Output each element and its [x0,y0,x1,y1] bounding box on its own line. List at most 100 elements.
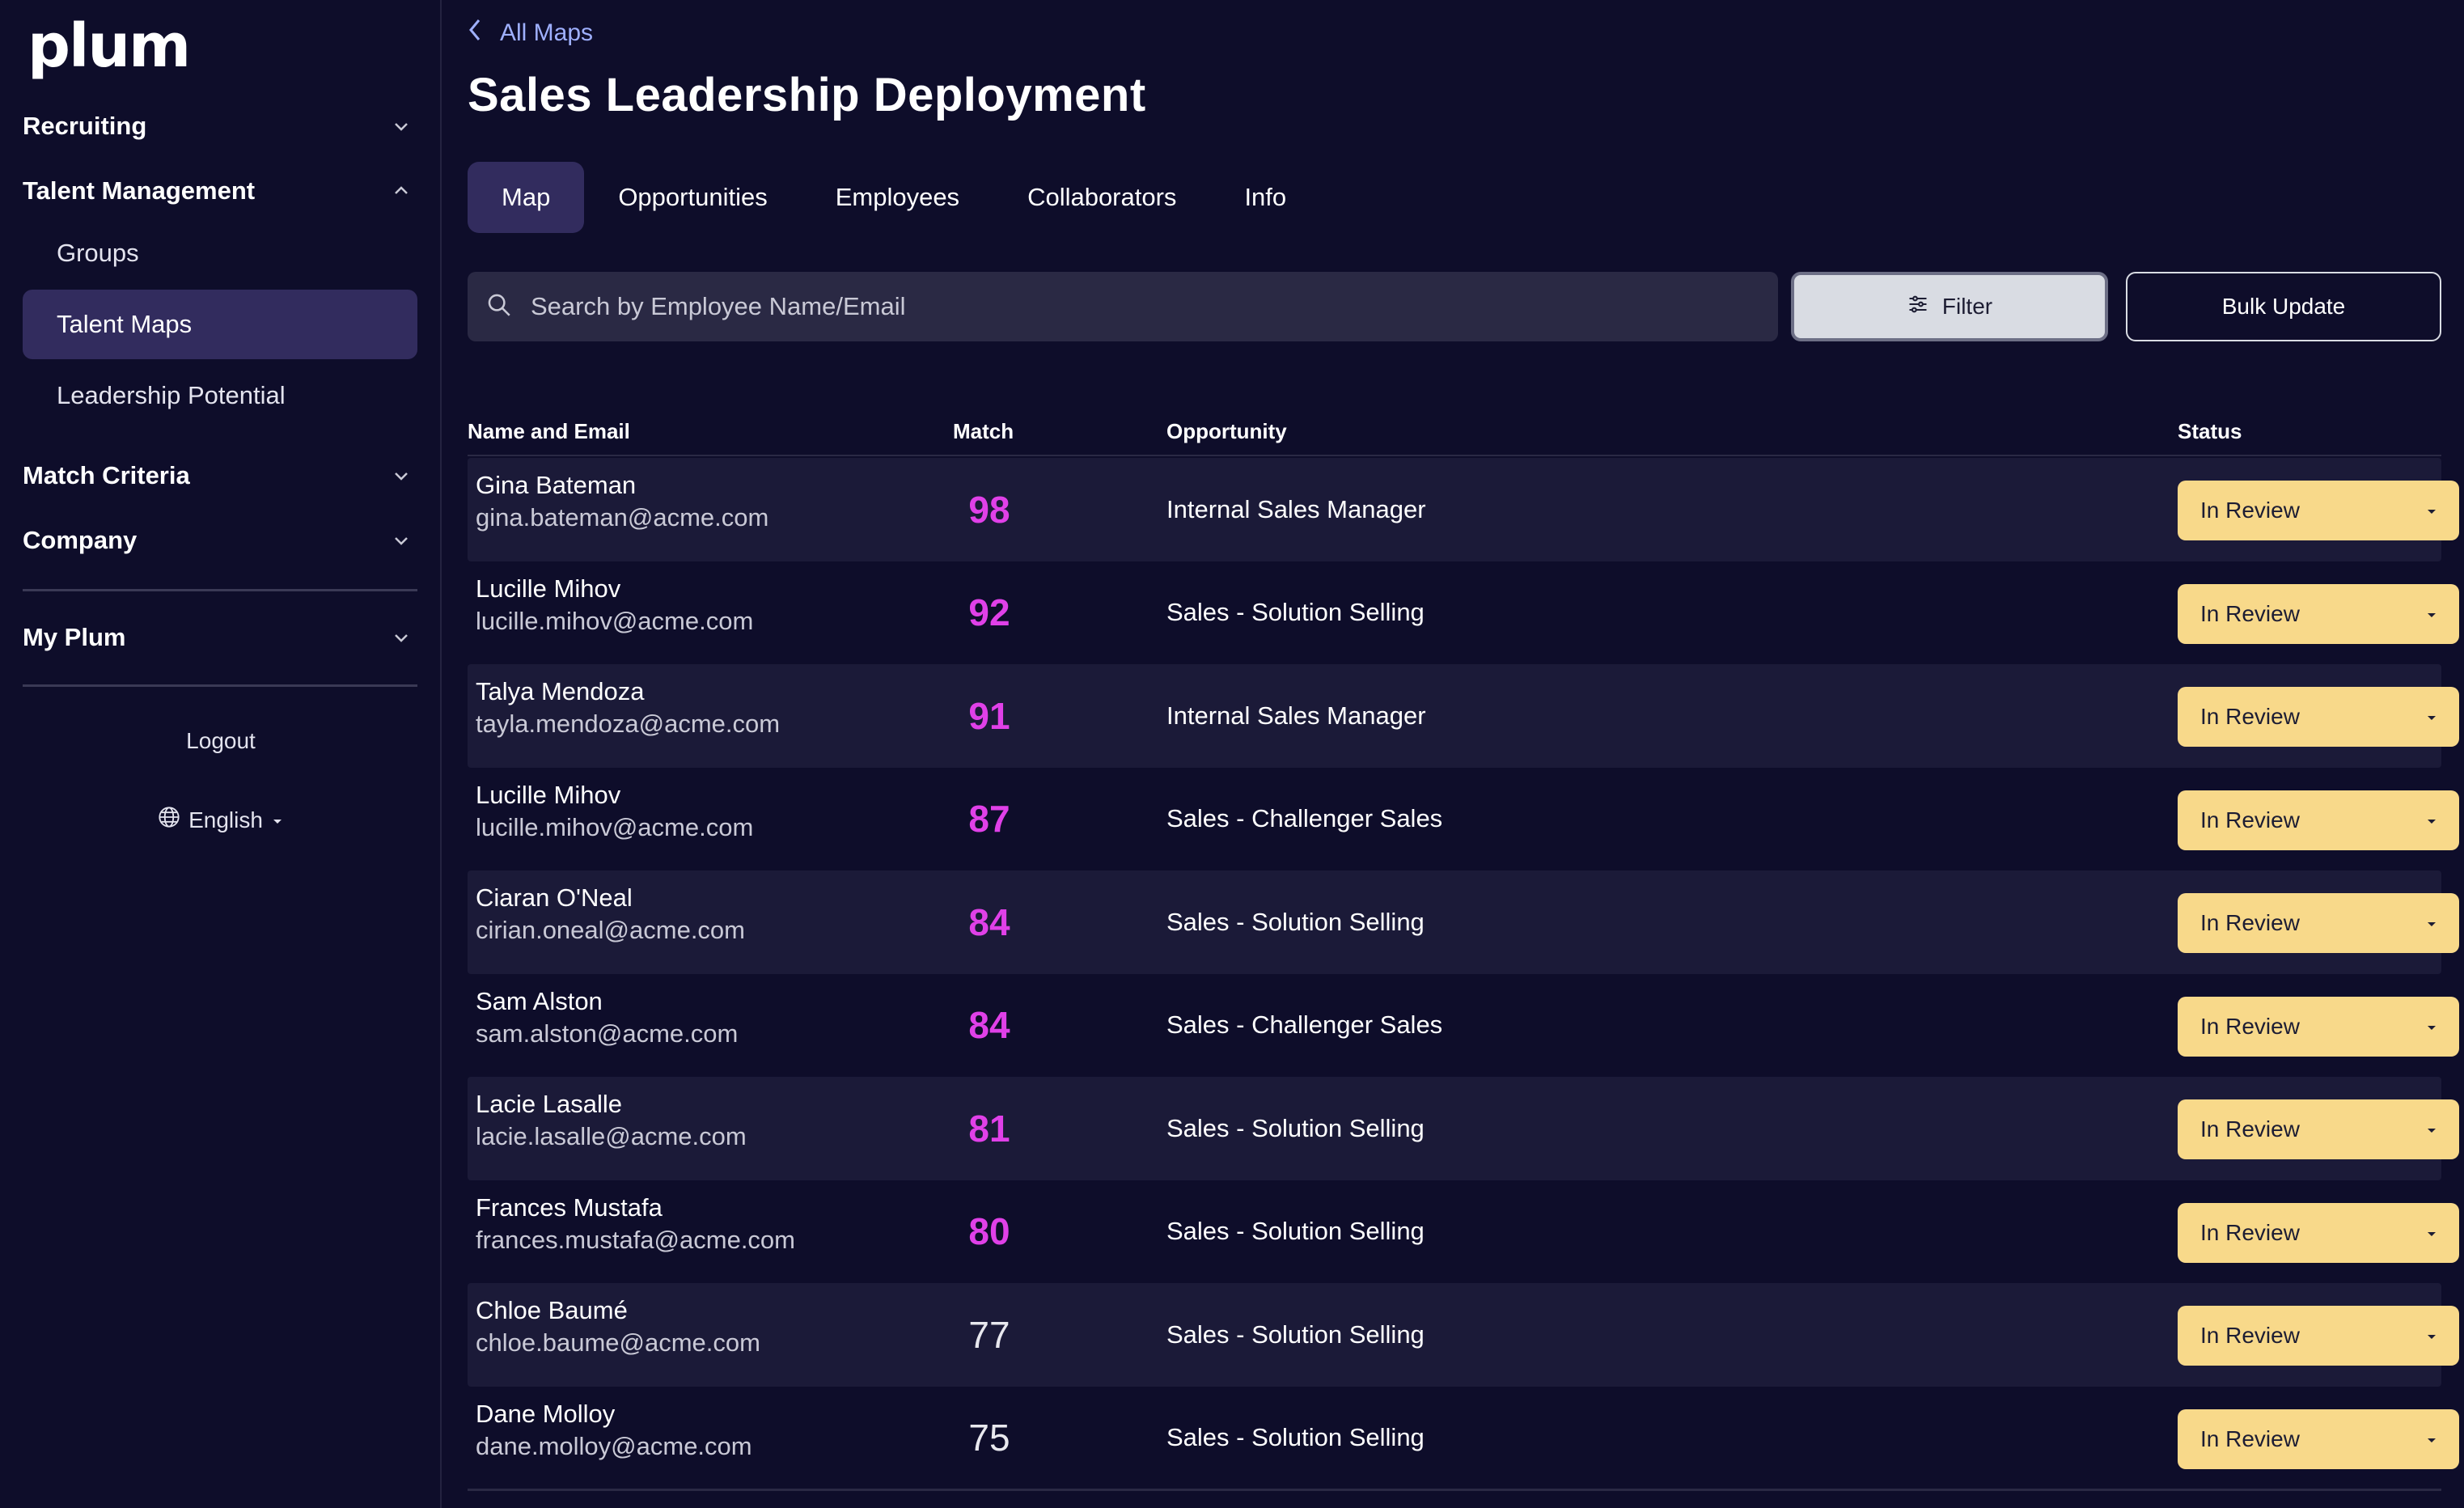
table-row[interactable]: Sam Alston sam.alston@acme.com 84 Sales - C… [468,974,2459,1078]
match-score: 87 [968,798,1010,840]
language-selector[interactable]: English [0,806,442,834]
table-row[interactable]: Dane Molloy dane.molloy@acme.com 75 Sales -… [468,1387,2459,1490]
logout-link[interactable]: Logout [0,728,442,754]
employee-cell: Lacie Lasalle lacie.lasalle@acme.com [476,1088,747,1153]
match-score: 77 [968,1313,1010,1356]
plum-logo[interactable]: plum [28,11,191,81]
table-row[interactable]: Lacie Lasalle lacie.lasalle@acme.com 81 Sal… [468,1077,2459,1180]
sidebar-item-leadership-potential[interactable]: Leadership Potential [23,361,417,430]
employee-name: Chloe Baumé [476,1296,628,1324]
status-dropdown[interactable]: In Review [2178,1099,2459,1159]
status-dropdown[interactable]: In Review [2178,1306,2459,1366]
status-dropdown[interactable]: In Review [2178,1408,2459,1469]
sidebar-item-talent-maps[interactable]: Talent Maps [23,290,417,359]
employee-name: Sam Alston [476,986,603,1015]
caret-down-icon [2425,910,2438,936]
employee-name: Dane Molloy [476,1399,616,1428]
table-row[interactable]: Frances Mustafa frances.mustafa@acme.com 8… [468,1180,2459,1284]
caret-down-icon [2425,498,2438,523]
page-title: Sales Leadership Deployment [468,69,1146,121]
status-label: In Review [2200,704,2300,729]
nav-section-label: Talent Management [23,176,256,205]
employee-email: frances.mustafa@acme.com [476,1225,795,1254]
search-input[interactable] [531,292,1744,321]
opportunity-name: Sales - Solution Selling [1166,598,1425,626]
opportunity-name: Sales - Solution Selling [1166,907,1425,936]
status-dropdown[interactable]: In Review [2178,583,2459,644]
opportunity-name: Internal Sales Manager [1166,494,1426,523]
status-dropdown[interactable]: In Review [2178,481,2459,540]
employee-cell: Chloe Baumé chloe.baume@acme.com [476,1294,760,1359]
employee-cell: Ciaran O'Neal cirian.oneal@acme.com [476,882,745,947]
employee-email: lacie.lasalle@acme.com [476,1122,747,1150]
employee-cell: Gina Bateman gina.bateman@acme.com [476,469,768,534]
sidebar-item-label: Groups [57,239,139,267]
column-header-status: Status [2178,419,2242,443]
employee-email: gina.bateman@acme.com [476,503,769,532]
table-row[interactable]: Talya Mendoza tayla.mendoza@acme.com 91 Int… [468,664,2459,768]
nav-section-my-plum[interactable]: My Plum [23,613,417,662]
opportunity-name: Sales - Solution Selling [1166,1217,1425,1245]
match-score: 92 [968,591,1010,633]
tab-info[interactable]: Info [1210,162,1320,233]
main-content: All Maps Sales Leadership Deployment Map… [443,0,2464,1508]
match-score: 84 [968,900,1010,943]
sidebar-item-groups[interactable]: Groups [23,218,417,288]
column-header-opportunity: Opportunity [1166,419,1287,443]
employee-email: lucille.mihov@acme.com [476,606,754,635]
table-row[interactable]: Ciaran O'Neal cirian.oneal@acme.com 84 Sale… [468,870,2459,974]
status-label: In Review [2200,1425,2300,1451]
status-label: In Review [2200,1323,2300,1348]
language-label: English [188,807,263,832]
employee-cell: Lucille Mihov lucille.mihov@acme.com [476,779,753,844]
table-row[interactable]: Lucille Mihov lucille.mihov@acme.com 92 Sal… [468,561,2459,665]
sidebar-divider [23,589,417,591]
sliders-icon [1907,293,1929,321]
opportunity-name: Sales - Challenger Sales [1166,1010,1443,1039]
bulk-update-button[interactable]: Bulk Update [2126,272,2441,341]
status-dropdown[interactable]: In Review [2178,687,2459,747]
nav-section-label: Recruiting [23,112,147,140]
nav-section-label: Match Criteria [23,461,190,489]
table-row[interactable]: Gina Bateman gina.bateman@acme.com 98 Inter… [468,458,2459,561]
caret-down-icon [271,807,284,833]
nav-section-recruiting[interactable]: Recruiting [23,102,417,150]
status-dropdown[interactable]: In Review [2178,1202,2459,1263]
nav-section-match-criteria[interactable]: Match Criteria [23,451,417,500]
chevron-down-icon [385,524,417,557]
nav-section-label: My Plum [23,623,126,651]
status-dropdown[interactable]: In Review [2178,790,2459,850]
employee-email: tayla.mendoza@acme.com [476,710,781,738]
table-row[interactable]: Lucille Mihov lucille.mihov@acme.com 87 Sal… [468,768,2459,871]
employee-email: chloe.baume@acme.com [476,1328,760,1357]
filter-button[interactable]: Filter [1791,272,2108,341]
status-dropdown[interactable]: In Review [2178,996,2459,1057]
globe-icon [158,806,180,834]
tab-collaborators[interactable]: Collaborators [993,162,1210,233]
match-score: 75 [968,1417,1010,1459]
match-score: 80 [968,1210,1010,1252]
tab-map[interactable]: Map [468,162,585,233]
tab-opportunities[interactable]: Opportunities [584,162,801,233]
nav-section-talent-management[interactable]: Talent Management [23,167,417,215]
employee-name: Lucille Mihov [476,780,621,809]
match-score: 91 [968,694,1010,737]
employee-email: cirian.oneal@acme.com [476,916,745,944]
chevron-down-icon [385,621,417,654]
caret-down-icon [2425,1014,2438,1040]
caret-down-icon [2425,601,2438,627]
back-link[interactable]: All Maps [468,18,593,49]
nav-section-company[interactable]: Company [23,516,417,565]
chevron-left-icon [468,18,482,49]
status-dropdown[interactable]: In Review [2178,893,2459,953]
tab-employees[interactable]: Employees [802,162,993,233]
chevron-up-icon [385,175,417,207]
table-row[interactable]: Chloe Baumé chloe.baume@acme.com 77 Sales -… [468,1283,2459,1387]
column-header-name: Name and Email [468,419,630,443]
employee-name: Gina Bateman [476,471,637,499]
opportunity-name: Sales - Solution Selling [1166,1423,1425,1451]
employee-cell: Lucille Mihov lucille.mihov@acme.com [476,573,753,638]
opportunity-name: Sales - Challenger Sales [1166,804,1443,832]
caret-down-icon [2425,807,2438,833]
table-header: Name and Email Match Opportunity Status [468,416,2441,456]
